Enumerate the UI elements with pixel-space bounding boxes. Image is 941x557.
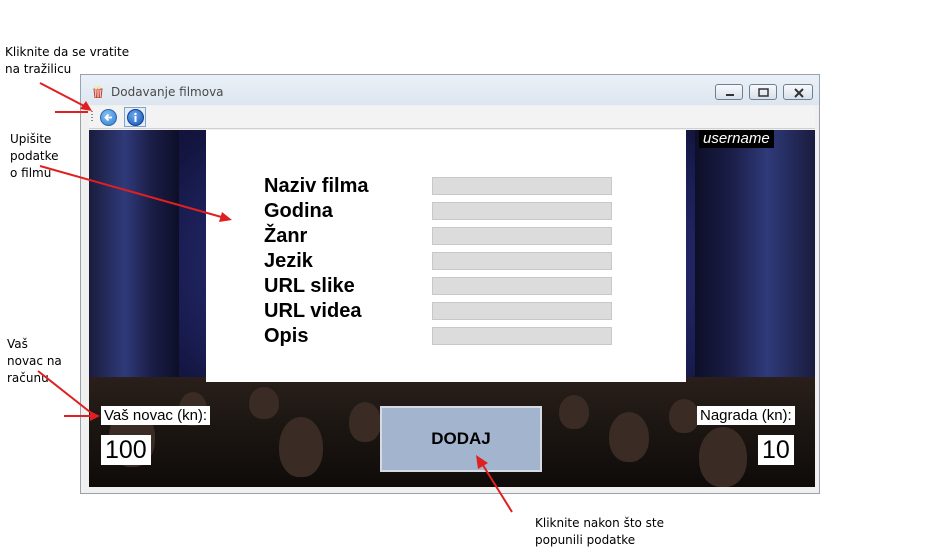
arrow-to-back-button: [39, 82, 89, 109]
arrowhead-back: [80, 101, 92, 111]
arrow-to-add-button: [480, 461, 513, 513]
arrow-to-form: [39, 165, 226, 219]
annotation-arrows: [37, 82, 513, 513]
arrow-to-money: [37, 370, 91, 413]
